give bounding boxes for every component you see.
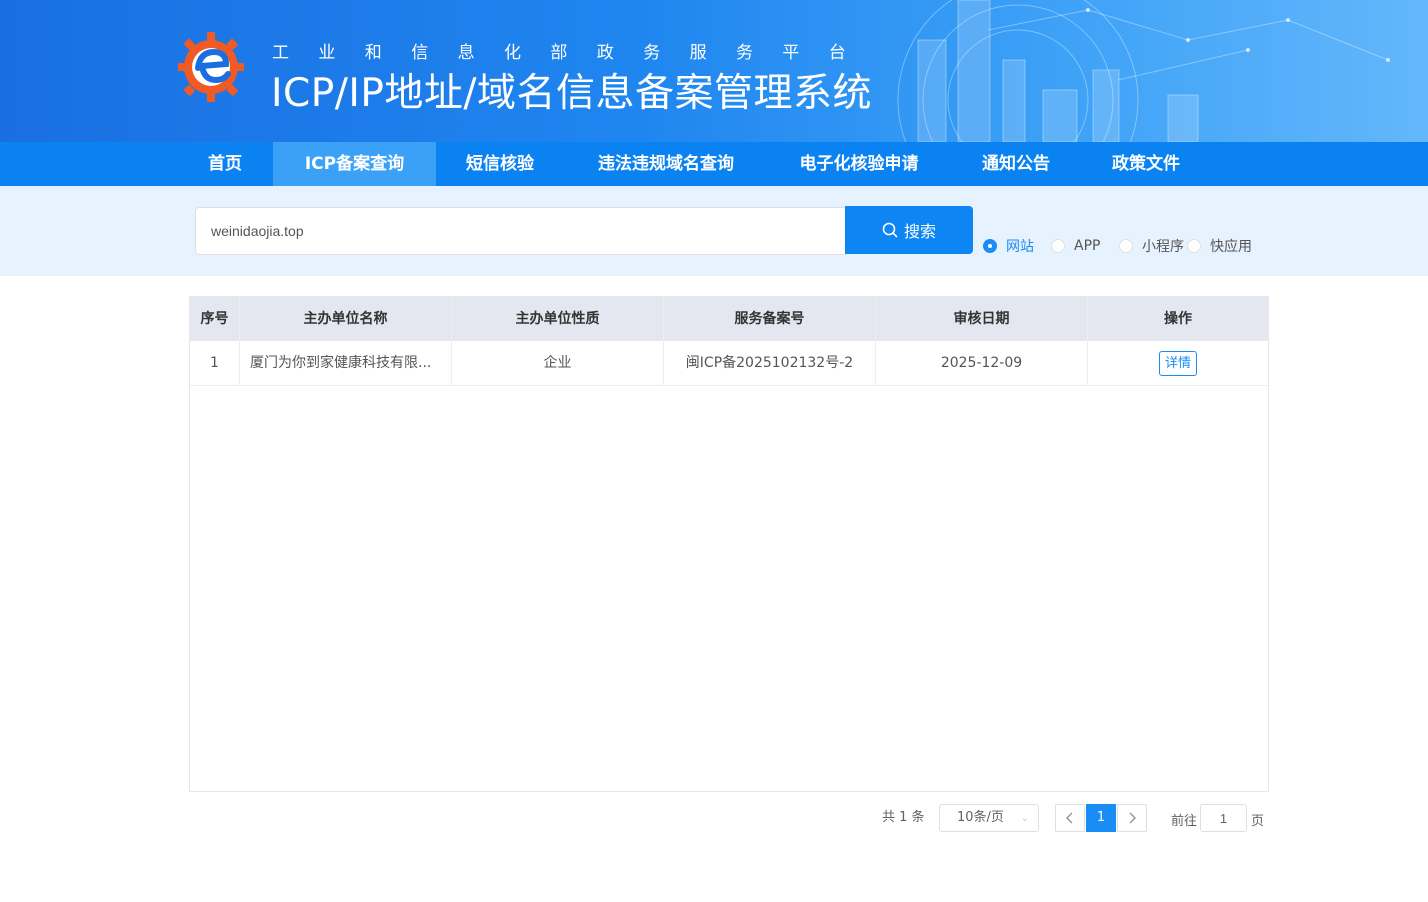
column-header-action: 操作 (1164, 311, 1192, 327)
prev-page-button[interactable] (1055, 804, 1085, 832)
goto-prefix: 前往 (1171, 814, 1198, 829)
radio-quick-app[interactable]: 快应用 (1187, 237, 1252, 255)
next-page-button[interactable] (1117, 804, 1147, 832)
nav-item-illegal-domain[interactable]: 违法违规域名查询 (586, 142, 746, 186)
page-number-current[interactable]: 1 (1086, 804, 1116, 832)
search-button[interactable]: 搜索 (845, 206, 973, 254)
radio-mini-program[interactable]: 小程序 (1119, 237, 1184, 255)
table-row: 1 厦门为你到家健康科技有限... 企业 闽ICP备2025102132号-2 … (190, 341, 1268, 386)
pagination-total: 共 1 条 (882, 810, 925, 825)
nav-item-home[interactable]: 首页 (195, 142, 255, 186)
detail-button[interactable]: 详情 (1158, 350, 1197, 376)
row-action-cell: 详情 (1088, 341, 1268, 385)
radio-dot (983, 239, 997, 253)
chevron-right-icon (1129, 812, 1136, 824)
nav-item-notices[interactable]: 通知公告 (972, 142, 1060, 186)
main-nav: 首页 ICP备案查询 短信核验 违法违规域名查询 电子化核验申请 通知公告 政策… (0, 142, 1428, 186)
search-icon (882, 222, 898, 238)
row-index: 1 (190, 341, 240, 385)
column-header-unit-name: 主办单位名称 (240, 297, 452, 341)
header-banner: 工业和信息化部政务服务平台 ICP/IP地址/域名信息备案管理系统 (0, 0, 1428, 142)
search-input[interactable] (195, 207, 846, 255)
radio-label: 小程序 (1142, 239, 1184, 255)
column-header-date: 审核日期 (876, 297, 1088, 341)
page-size-select[interactable]: 10条/页 ⌄ (939, 804, 1039, 832)
column-header-unit-type: 主办单位性质 (452, 297, 664, 341)
radio-label: 网站 (1006, 239, 1034, 255)
radio-dot (1119, 239, 1133, 253)
city-skyline-graphic (897, 0, 1390, 142)
nav-item-policies[interactable]: 政策文件 (1102, 142, 1190, 186)
nav-item-icp-query[interactable]: ICP备案查询 (273, 142, 436, 186)
system-title: ICP/IP地址/域名信息备案管理系统 (271, 71, 873, 116)
goto-suffix: 页 (1251, 814, 1265, 829)
results-table: 序号 主办单位名称 主办单位性质 服务备案号 审核日期 操作 1 厦门为你到家健… (189, 296, 1269, 792)
row-unit-type: 企业 (452, 341, 664, 385)
table-header: 序号 主办单位名称 主办单位性质 服务备案号 审核日期 操作 (190, 297, 1268, 341)
radio-dot (1051, 239, 1065, 253)
chevron-down-icon: ⌄ (1020, 813, 1029, 824)
row-record-no: 闽ICP备2025102132号-2 (664, 341, 876, 385)
radio-website[interactable]: 网站 (983, 237, 1034, 255)
chevron-left-icon (1066, 812, 1073, 824)
miit-logo-icon (178, 32, 244, 102)
platform-subtitle: 工业和信息化部政务服务平台 (272, 43, 876, 63)
radio-label: APP (1074, 238, 1101, 254)
row-unit-name: 厦门为你到家健康科技有限... (240, 341, 452, 385)
radio-label: 快应用 (1210, 239, 1252, 255)
row-date: 2025-12-09 (876, 341, 1088, 385)
page-size-value: 10条/页 (957, 810, 1004, 825)
goto-page-input[interactable] (1200, 804, 1247, 832)
nav-item-sms-verify[interactable]: 短信核验 (454, 142, 546, 186)
search-button-label: 搜索 (903, 222, 936, 241)
column-header-record-no: 服务备案号 (664, 297, 876, 341)
search-area: 搜索 网站 APP 小程序 快应用 (0, 186, 1428, 276)
column-header-index: 序号 (190, 297, 240, 341)
radio-dot (1187, 239, 1201, 253)
radio-app[interactable]: APP (1051, 237, 1100, 255)
nav-item-e-verify[interactable]: 电子化核验申请 (788, 142, 930, 186)
